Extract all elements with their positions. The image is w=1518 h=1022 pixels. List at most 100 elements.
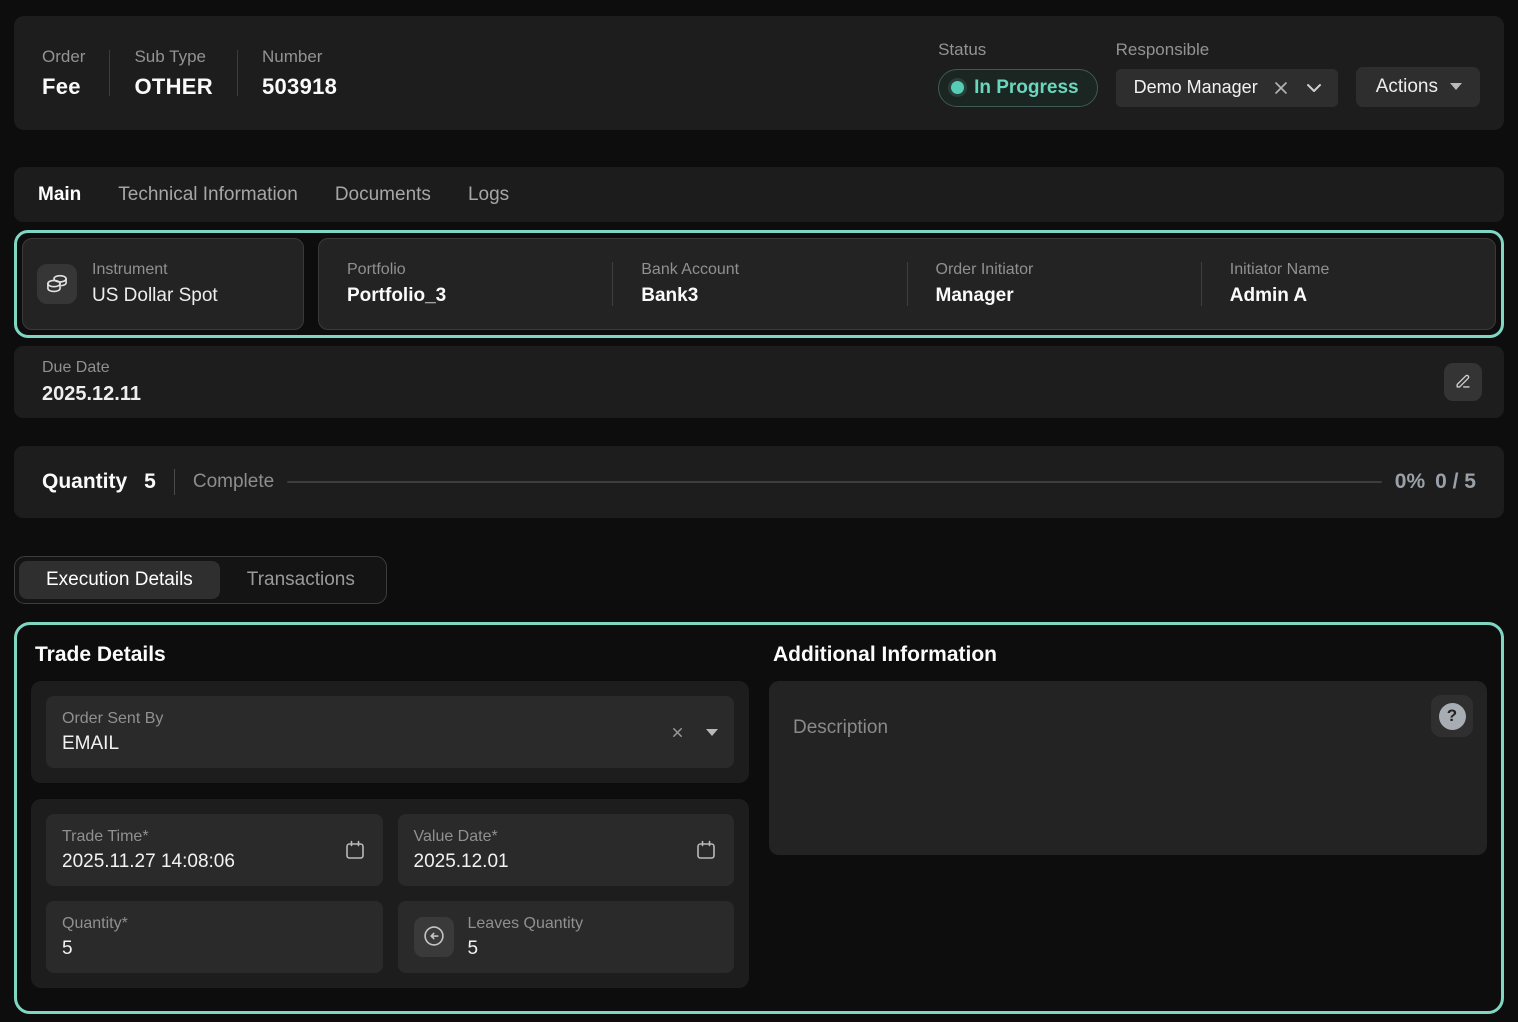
actions-button[interactable]: Actions (1356, 67, 1480, 107)
overview-highlight-row: Instrument US Dollar Spot Portfolio Port… (14, 230, 1504, 338)
coins-icon (37, 264, 77, 304)
order-header: Order Fee Sub Type OTHER Number 503918 S… (14, 16, 1504, 130)
trade-time-label: Trade Time* (62, 828, 343, 846)
instrument-value: US Dollar Spot (92, 285, 218, 307)
detail-subtabs: Execution Details Transactions (14, 556, 387, 604)
order-label: Order (42, 47, 85, 67)
caret-down-icon[interactable] (706, 729, 718, 736)
order-sent-by-select[interactable]: Order Sent By EMAIL (46, 696, 734, 768)
status-badge: In Progress (938, 69, 1098, 107)
question-icon: ? (1439, 703, 1466, 730)
sub-type-value: OTHER (134, 74, 213, 100)
execution-details-section: Trade Details Order Sent By EMAIL (14, 622, 1504, 1014)
arrow-left-circle-icon (421, 923, 447, 952)
additional-information-column: Additional Information ? (769, 633, 1487, 997)
order-sent-by-value: EMAIL (62, 733, 671, 755)
sub-type-field: Sub Type OTHER (134, 47, 213, 100)
bank-account-column: Bank Account Bank3 (613, 261, 906, 307)
responsible-label: Responsible (1116, 40, 1338, 60)
overview-fields-card: Portfolio Portfolio_3 Bank Account Bank3… (318, 238, 1496, 330)
chevron-down-icon[interactable] (1304, 78, 1324, 98)
due-date-row: Due Date 2025.12.11 (14, 346, 1504, 418)
main-tabbar: Main Technical Information Documents Log… (14, 167, 1504, 222)
status-dot-icon (951, 81, 964, 94)
trade-fields-panel: Trade Time* 2025.11.27 14:08:06 Va (31, 799, 749, 988)
trade-details-column: Trade Details Order Sent By EMAIL (31, 633, 749, 997)
order-sent-by-label: Order Sent By (62, 710, 671, 728)
portfolio-column: Portfolio Portfolio_3 (319, 261, 612, 307)
order-initiator-column: Order Initiator Manager (908, 261, 1201, 307)
description-panel: ? (769, 681, 1487, 855)
caret-down-icon (1450, 83, 1462, 90)
responsible-group: Responsible Demo Manager (1116, 40, 1338, 107)
status-label: Status (938, 40, 1098, 60)
number-field: Number 503918 (262, 47, 337, 100)
order-value: Fee (42, 74, 85, 100)
leaves-quantity-value: 5 (468, 938, 719, 960)
calendar-icon[interactable] (343, 838, 367, 862)
copy-leaves-quantity-button[interactable] (414, 917, 454, 957)
quantity-title: Quantity (42, 470, 127, 494)
quantity-field[interactable]: Quantity* 5 (46, 901, 383, 973)
progress-ratio: 0 / 5 (1435, 470, 1476, 494)
tab-technical-information[interactable]: Technical Information (118, 184, 298, 206)
value-date-field[interactable]: Value Date* 2025.12.01 (398, 814, 735, 886)
trade-time-field[interactable]: Trade Time* 2025.11.27 14:08:06 (46, 814, 383, 886)
close-icon[interactable] (671, 726, 684, 739)
description-help-button[interactable]: ? (1431, 695, 1473, 737)
sub-type-label: Sub Type (134, 47, 213, 67)
progress-readout: 0% 0 / 5 (1395, 470, 1476, 494)
tab-main[interactable]: Main (38, 184, 81, 206)
number-label: Number (262, 47, 337, 67)
complete-label: Complete (193, 471, 274, 493)
order-field: Order Fee (42, 47, 85, 100)
divider (174, 469, 175, 495)
actions-label: Actions (1376, 76, 1438, 98)
instrument-card[interactable]: Instrument US Dollar Spot (22, 238, 304, 330)
trade-time-value: 2025.11.27 14:08:06 (62, 851, 343, 873)
instrument-field: Instrument US Dollar Spot (92, 261, 218, 307)
subtab-transactions[interactable]: Transactions (220, 561, 382, 599)
quantity-total: 5 (144, 470, 156, 494)
initiator-name-label: Initiator Name (1230, 261, 1330, 279)
calendar-icon[interactable] (694, 838, 718, 862)
additional-information-title: Additional Information (773, 643, 1487, 667)
leaves-quantity-label: Leaves Quantity (468, 915, 719, 933)
trade-details-title: Trade Details (35, 643, 749, 667)
due-date-edit-button[interactable] (1444, 363, 1482, 401)
order-initiator-label: Order Initiator (936, 261, 1034, 279)
progress-percent: 0% (1395, 470, 1425, 494)
due-date-value: 2025.12.11 (42, 383, 141, 406)
initiator-name-value: Admin A (1230, 285, 1330, 307)
order-sent-by-panel: Order Sent By EMAIL (31, 681, 749, 783)
portfolio-label: Portfolio (347, 261, 446, 279)
quantity-value: 5 (62, 938, 367, 960)
responsible-select[interactable]: Demo Manager (1116, 69, 1338, 107)
divider (109, 50, 110, 96)
bank-account-label: Bank Account (641, 261, 739, 279)
divider (237, 50, 238, 96)
tab-logs[interactable]: Logs (468, 184, 509, 206)
number-value: 503918 (262, 74, 337, 100)
responsible-value: Demo Manager (1134, 77, 1258, 98)
header-actions-area: Status In Progress Responsible Demo Mana… (938, 40, 1480, 107)
due-date-label: Due Date (42, 359, 141, 377)
progress-bar (287, 481, 1382, 483)
description-input[interactable] (769, 681, 1487, 855)
initiator-name-column: Initiator Name Admin A (1202, 261, 1495, 307)
bank-account-value: Bank3 (641, 285, 739, 307)
order-summary-fields: Order Fee Sub Type OTHER Number 503918 (42, 47, 337, 100)
status-value: In Progress (974, 77, 1079, 99)
status-group: Status In Progress (938, 40, 1098, 107)
value-date-value: 2025.12.01 (414, 851, 695, 873)
quantity-progress-row: Quantity 5 Complete 0% 0 / 5 (14, 446, 1504, 518)
order-detail-page: Order Fee Sub Type OTHER Number 503918 S… (0, 0, 1518, 1022)
subtab-execution-details[interactable]: Execution Details (19, 561, 220, 599)
leaves-quantity-field: Leaves Quantity 5 (398, 901, 735, 973)
pencil-icon (1453, 371, 1473, 394)
close-icon[interactable] (1272, 79, 1290, 97)
order-initiator-value: Manager (936, 285, 1034, 307)
tab-documents[interactable]: Documents (335, 184, 431, 206)
value-date-label: Value Date* (414, 828, 695, 846)
instrument-label: Instrument (92, 261, 218, 279)
